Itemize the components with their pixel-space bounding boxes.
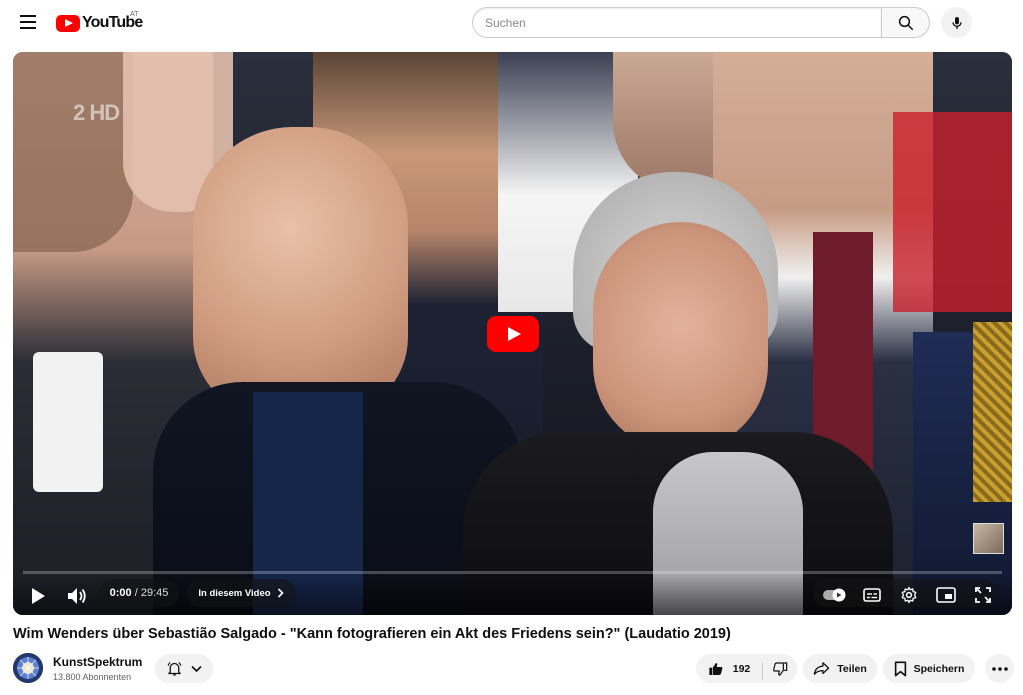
search-input[interactable] — [472, 7, 882, 38]
channel-name[interactable]: KunstSpektrum — [53, 655, 142, 669]
bookmark-icon — [894, 661, 906, 676]
country-code: AT — [130, 11, 139, 18]
time-display: 0:00 / 29:45 — [99, 579, 179, 607]
search-box — [472, 7, 930, 38]
mute-button[interactable] — [65, 584, 89, 608]
time-separator: / — [131, 587, 141, 599]
like-dislike-group: 192 — [696, 654, 797, 683]
play-icon — [32, 588, 45, 604]
search-icon — [898, 15, 913, 30]
miniplayer-icon — [936, 587, 956, 603]
autoplay-toggle[interactable] — [823, 585, 849, 605]
volume-icon — [68, 588, 86, 604]
search-button[interactable] — [882, 7, 930, 38]
settings-icon — [901, 586, 917, 604]
voice-search-button[interactable] — [941, 7, 972, 38]
menu-icon-line — [20, 15, 36, 17]
subtitles-icon — [863, 588, 881, 602]
subscriber-count: 13.800 Abonnenten — [53, 672, 132, 682]
autoplay-toggle-icon — [823, 588, 846, 602]
channel-logo-icon — [13, 653, 43, 683]
subtitles-button[interactable] — [860, 584, 884, 606]
settings-button[interactable] — [897, 584, 921, 606]
video-player[interactable]: 2 HD 0:00 / 29:45 In diesem Video — [13, 52, 1012, 615]
menu-button[interactable] — [14, 10, 42, 34]
share-label: Teilen — [837, 662, 867, 675]
save-button[interactable]: Speichern — [883, 654, 975, 683]
microphone-icon — [951, 16, 962, 29]
channel-watermark[interactable] — [973, 523, 1004, 554]
bell-icon — [167, 662, 182, 676]
chapter-button[interactable]: In diesem Video — [186, 579, 296, 607]
channel-avatar[interactable] — [13, 653, 43, 683]
dislike-button[interactable] — [763, 654, 797, 683]
fullscreen-icon — [975, 587, 991, 603]
masthead: YouTube AT — [0, 0, 1023, 46]
video-title: Wim Wenders über Sebastião Salgado - "Ka… — [13, 626, 731, 642]
player-controls: 0:00 / 29:45 In diesem Video — [13, 574, 1012, 615]
large-play-button[interactable] — [487, 316, 539, 352]
play-button[interactable] — [26, 584, 50, 608]
chevron-down-icon — [191, 665, 202, 672]
save-label: Speichern — [913, 662, 965, 675]
duration: 29:45 — [140, 587, 169, 599]
fullscreen-button[interactable] — [971, 584, 995, 606]
broadcaster-watermark: 2 HD — [73, 100, 120, 125]
chapter-button-label: In diesem Video — [198, 587, 271, 599]
more-actions-button[interactable] — [985, 654, 1014, 683]
more-horizontal-icon — [991, 666, 1008, 671]
notification-button[interactable] — [155, 654, 213, 683]
share-button[interactable]: Teilen — [803, 654, 877, 683]
menu-icon-line — [20, 21, 36, 23]
miniplayer-button[interactable] — [934, 584, 958, 606]
share-icon — [813, 662, 830, 675]
menu-icon-line — [20, 27, 36, 29]
current-time: 0:00 — [109, 587, 132, 599]
like-count: 192 — [732, 662, 751, 675]
youtube-logo-icon — [56, 14, 80, 32]
chevron-right-icon — [277, 588, 284, 598]
thumbs-up-icon — [709, 662, 723, 675]
like-button[interactable]: 192 — [696, 654, 762, 683]
thumbs-down-icon — [773, 661, 788, 676]
